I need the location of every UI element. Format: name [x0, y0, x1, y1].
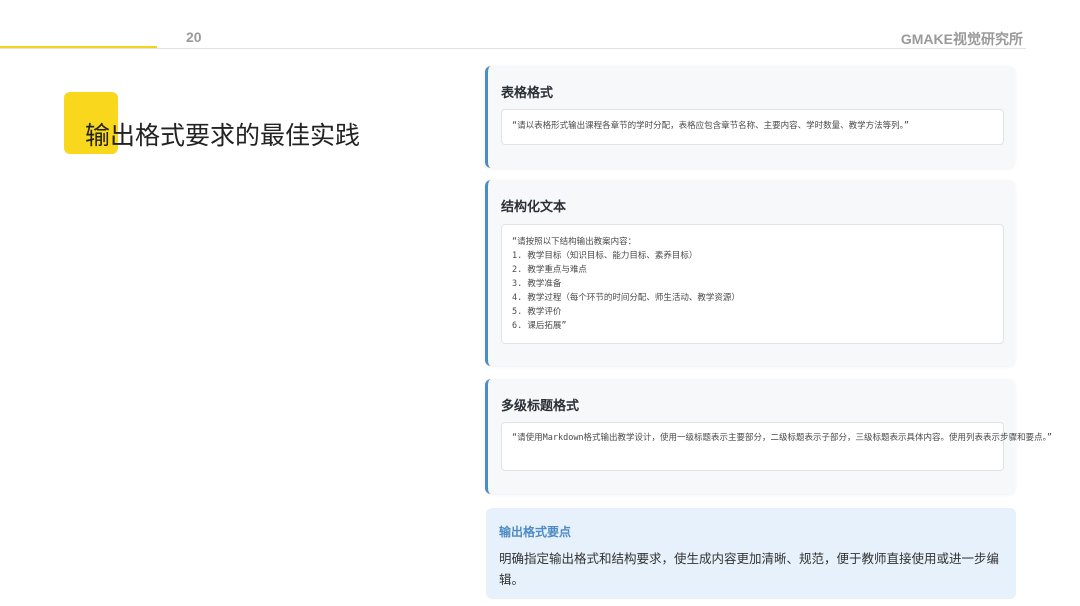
page-title: 输出格式要求的最佳实践 [85, 121, 361, 150]
header-divider [0, 48, 1026, 49]
example-prompt-line: 6. 课后拓展” [512, 321, 567, 331]
page-number: 20 [186, 29, 202, 45]
example-prompt-box: “请按照以下结构输出教案内容： 1. 教学目标（知识目标、能力目标、素养目标） … [501, 224, 1004, 344]
example-prompt-line: 4. 教学过程（每个环节的时间分配、师生活动、教学资源） [512, 293, 740, 303]
example-prompt-line: 3. 教学准备 [512, 279, 562, 289]
example-prompt-box: “请使用Markdown格式输出教学设计，使用一级标题表示主要部分，二级标题表示… [501, 422, 1052, 471]
brand-label: GMAKE视觉研究所 [900, 31, 1023, 47]
example-prompt-line: 2. 教学重点与难点 [512, 265, 587, 275]
card-table-format: 表格格式 “请以表格形式输出课程各章节的学时分配，表格应包含章节名称、主要内容、… [485, 66, 1015, 168]
example-prompt-line: 5. 教学评价 [512, 307, 562, 317]
card-multilevel-heading: 多级标题格式 “请使用Markdown格式输出教学设计，使用一级标题表示主要部分… [485, 379, 1052, 494]
example-prompt-line: “请使用Markdown格式输出教学设计，使用一级标题表示主要部分，二级标题表示… [512, 433, 1052, 443]
slide: 20 GMAKE视觉研究所 输出格式要求的最佳实践 表格格式 “请以表格形式输出… [0, 0, 1080, 606]
example-prompt-line: 1. 教学目标（知识目标、能力目标、素养目标） [512, 251, 698, 261]
card-title: 表格格式 [501, 86, 554, 101]
keypoint-text: 明确指定输出格式和结构要求，使生成内容更加清晰、规范，便于教师直接使用或进一步编… [499, 551, 1000, 587]
example-prompt-line: “请按照以下结构输出教案内容： [512, 237, 637, 247]
example-prompt-box: “请以表格形式输出课程各章节的学时分配，表格应包含章节名称、主要内容、学时数量、… [501, 109, 1004, 145]
keypoint-title: 输出格式要点 [499, 525, 572, 539]
card-title: 多级标题格式 [501, 399, 580, 414]
example-prompt-line: “请以表格形式输出课程各章节的学时分配，表格应包含章节名称、主要内容、学时数量、… [512, 121, 909, 131]
keypoint-box: 输出格式要点 明确指定输出格式和结构要求，使生成内容更加清晰、规范，便于教师直接… [486, 508, 1016, 599]
card-structured-text: 结构化文本 “请按照以下结构输出教案内容： 1. 教学目标（知识目标、能力目标、… [485, 180, 1015, 366]
card-title: 结构化文本 [501, 200, 567, 215]
